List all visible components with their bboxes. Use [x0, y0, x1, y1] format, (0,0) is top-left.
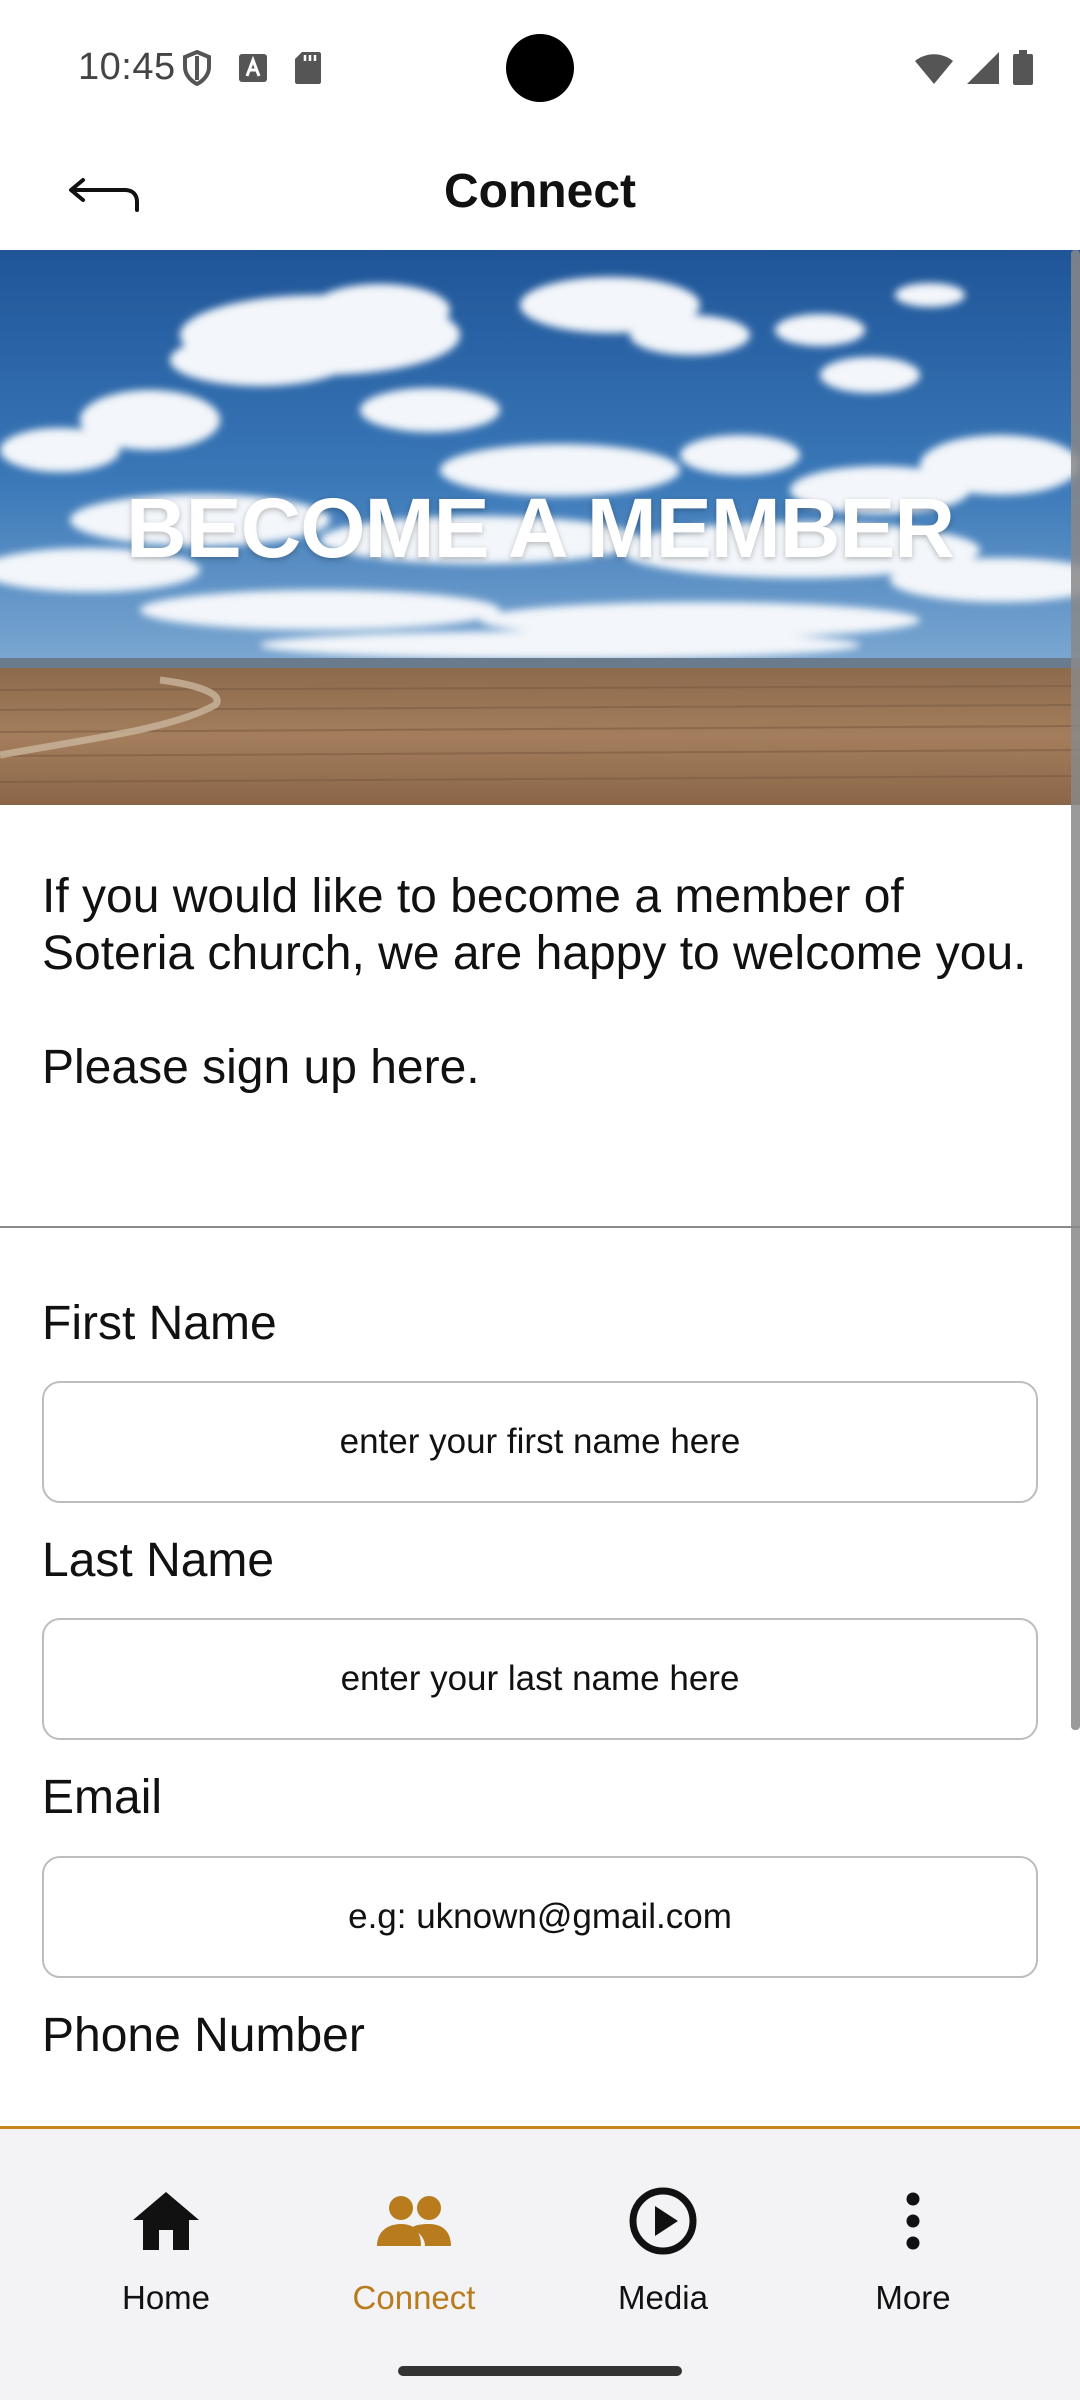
first-name-field[interactable]: enter your first name here [42, 1381, 1038, 1503]
home-icon [126, 2181, 206, 2261]
sign-up-prompt: Please sign up here. [42, 1041, 480, 1094]
nav-item-connect[interactable]: Connect [314, 2181, 514, 2331]
divider [0, 1226, 1080, 1228]
battery-icon [1012, 50, 1034, 91]
email-field[interactable]: e.g: uknown@gmail.com [42, 1856, 1038, 1978]
first-name-placeholder: enter your first name here [339, 1422, 741, 1461]
email-label: Email [42, 1771, 163, 1824]
status-bar: 10:45 [0, 0, 1080, 130]
status-icons-left [182, 49, 322, 91]
people-icon [374, 2181, 454, 2261]
shield-icon [182, 49, 212, 91]
font-icon [238, 53, 268, 88]
nav-item-more[interactable]: More [813, 2181, 1013, 2331]
intro-paragraph: If you would like to become a member of … [42, 870, 1027, 980]
intro-text: If you would like to become a member of … [42, 868, 1032, 1096]
last-name-field[interactable]: enter your last name here [42, 1618, 1038, 1740]
hero-banner: BECOME A MEMBER [0, 250, 1080, 805]
nav-label-connect: Connect [352, 2279, 476, 2316]
last-name-placeholder: enter your last name here [340, 1659, 740, 1698]
nav-label-media: Media [618, 2279, 708, 2316]
connect-screen: 10:45 Connect BECOME A MEMBER If you wou… [0, 0, 1080, 2400]
gesture-handle[interactable] [398, 2366, 682, 2376]
app-bar: Connect [0, 130, 1080, 250]
last-name-label: Last Name [42, 1534, 275, 1587]
more-vertical-icon [873, 2181, 953, 2261]
first-name-label: First Name [42, 1297, 277, 1350]
nav-label-home: Home [121, 2279, 211, 2316]
wifi-icon [914, 51, 954, 90]
nav-item-home[interactable]: Home [66, 2181, 266, 2331]
scrollbar[interactable] [1071, 250, 1080, 1730]
cellular-signal-icon [966, 51, 1000, 90]
status-time: 10:45 [78, 46, 176, 88]
status-icons-right [914, 50, 1034, 91]
bottom-navigation: Home Connect Media More [0, 2126, 1080, 2400]
nav-label-more: More [875, 2279, 951, 2316]
email-placeholder: e.g: uknown@gmail.com [348, 1897, 732, 1936]
sd-card-icon [294, 51, 322, 90]
nav-item-media[interactable]: Media [563, 2181, 763, 2331]
page-title: Connect [444, 165, 636, 218]
camera-cutout [506, 34, 574, 102]
play-circle-icon [623, 2181, 703, 2261]
phone-number-label: Phone Number [42, 2009, 365, 2062]
hero-title: BECOME A MEMBER [125, 481, 955, 575]
